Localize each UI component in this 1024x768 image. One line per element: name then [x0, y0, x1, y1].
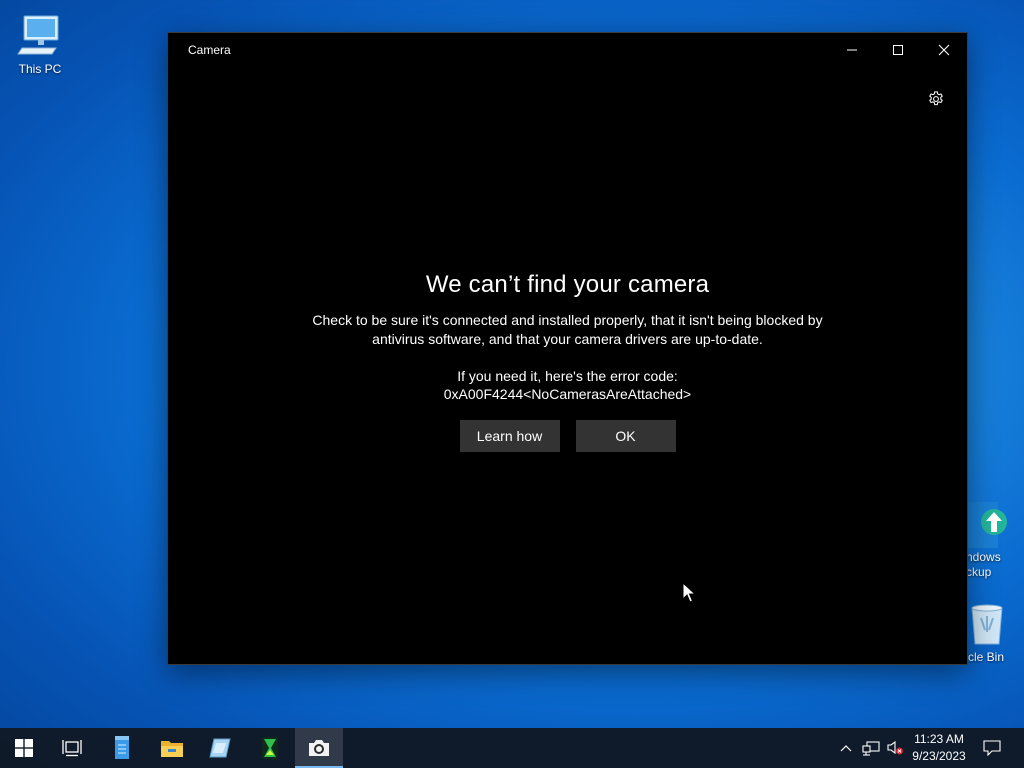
control-panel-icon — [209, 738, 231, 758]
gear-icon — [929, 91, 943, 106]
error-panel: We can’t find your camera Check to be su… — [168, 271, 967, 452]
camera-window: Camera We can’t find your camera Check t… — [167, 32, 968, 665]
network-icon — [862, 741, 880, 756]
notifications-button[interactable] — [978, 728, 1006, 768]
network-button[interactable] — [860, 728, 882, 768]
minimize-icon — [847, 49, 857, 50]
notification-icon — [983, 740, 1001, 756]
error-actions: Learn how OK — [168, 420, 967, 452]
recycle-bin-icon — [971, 604, 1003, 645]
taskbar-app-settings[interactable] — [196, 728, 244, 768]
speaker-muted-icon — [887, 740, 903, 755]
taskbar-app-hourglass[interactable] — [246, 728, 294, 768]
windows-logo-icon — [15, 739, 33, 757]
taskbar: 11:23 AM 9/23/2023 — [0, 728, 1024, 768]
minimize-button[interactable] — [829, 33, 875, 66]
show-hidden-icons-button[interactable] — [836, 728, 856, 768]
clock-date: 9/23/2023 — [912, 749, 966, 763]
task-view-button[interactable] — [48, 728, 96, 768]
error-description: Check to be sure it's connected and inst… — [312, 312, 823, 347]
window-title: Camera — [188, 43, 231, 57]
notepad-icon — [115, 736, 129, 759]
volume-button[interactable] — [884, 728, 906, 768]
maximize-button[interactable] — [875, 33, 921, 66]
this-pc-icon — [17, 15, 59, 55]
error-code: 0xA00F4244<NoCamerasAreAttached> — [443, 386, 692, 402]
close-button[interactable] — [921, 33, 967, 66]
settings-button[interactable] — [925, 88, 947, 110]
taskbar-app-notepad[interactable] — [98, 728, 146, 768]
ok-button[interactable]: OK — [575, 420, 676, 452]
desktop-icon-this-pc[interactable]: This PC — [0, 12, 80, 77]
camera-icon — [309, 740, 329, 756]
title-bar[interactable]: Camera — [168, 33, 967, 66]
backup-icon — [968, 502, 1007, 548]
taskbar-clock[interactable]: 11:23 AM 9/23/2023 — [904, 731, 974, 765]
error-code-label: If you need it, here's the error code: — [457, 368, 678, 384]
clock-time: 11:23 AM — [914, 732, 964, 746]
error-heading: We can’t find your camera — [425, 271, 710, 298]
taskbar-app-camera[interactable] — [295, 728, 343, 768]
task-view-icon — [62, 740, 82, 757]
learn-how-button[interactable]: Learn how — [459, 420, 560, 452]
start-button[interactable] — [0, 728, 48, 768]
mouse-cursor-icon — [682, 582, 696, 603]
taskbar-app-file-explorer[interactable] — [148, 728, 196, 768]
hourglass-icon — [262, 737, 278, 759]
chevron-up-icon — [840, 745, 852, 752]
close-icon — [938, 44, 950, 55]
desktop-icon-label: This PC — [18, 62, 62, 76]
folder-icon — [161, 741, 183, 757]
maximize-icon — [893, 44, 903, 55]
